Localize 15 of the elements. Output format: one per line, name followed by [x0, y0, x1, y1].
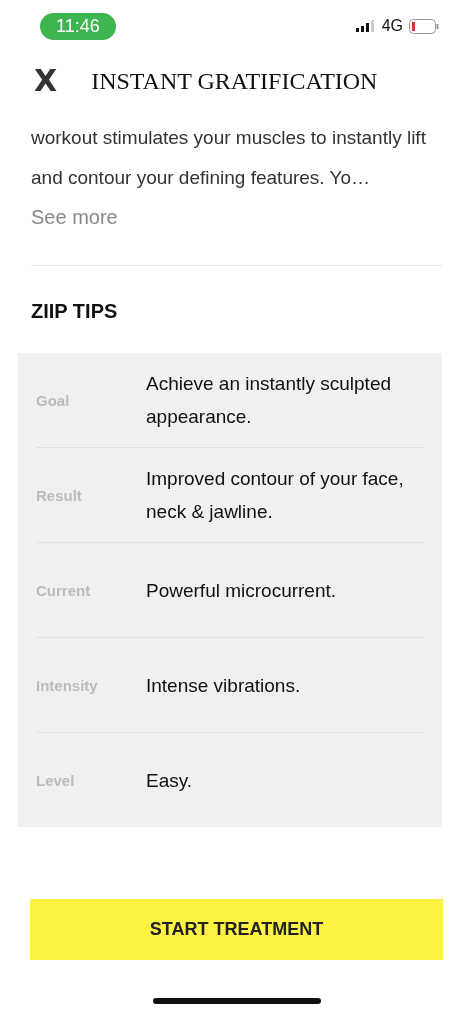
- section-heading: ZIIP TIPS: [31, 300, 119, 323]
- start-treatment-button[interactable]: START TREATMENT: [30, 899, 443, 960]
- tip-value: Achieve an instantly sculpted appearance.: [146, 372, 393, 429]
- tip-value: Easy.: [146, 768, 194, 793]
- tip-value: Improved contour of your face, neck & jawline.: [146, 467, 405, 524]
- see-more-link[interactable]: See more: [31, 206, 118, 229]
- status-time: 11:46: [40, 12, 116, 40]
- close-button[interactable]: X: [34, 66, 58, 96]
- signal-icon: [355, 19, 376, 33]
- screen-title: INSTANT GRATIFICATION: [91, 67, 378, 95]
- network-type: 4G: [381, 17, 403, 35]
- tip-value: Powerful microcurrent.: [146, 578, 338, 603]
- description-text: workout stimulates your muscles to instantly lift and contour your defining features. Yo…: [30, 126, 427, 190]
- tip-value: Intense vibrations.: [146, 673, 302, 698]
- battery-icon: [409, 18, 439, 34]
